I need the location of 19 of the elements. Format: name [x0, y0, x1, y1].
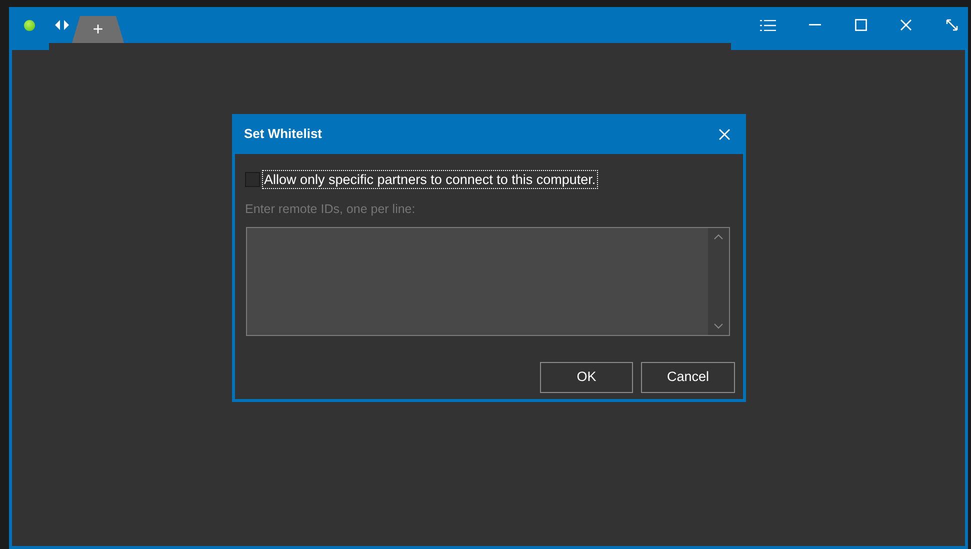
cancel-button[interactable]: Cancel	[641, 362, 735, 393]
new-tab-button[interactable]: +	[72, 16, 124, 43]
scroll-down-icon[interactable]	[714, 322, 723, 329]
checkbox-label[interactable]: Allow only specific partners to connect to this computer.	[263, 171, 597, 188]
close-icon[interactable]	[719, 128, 730, 140]
dialog-title: Set Whitelist	[244, 125, 322, 144]
ids-input-field[interactable]	[246, 226, 730, 336]
checkbox[interactable]	[245, 172, 260, 187]
scrollbar[interactable]	[708, 228, 729, 335]
field-label: Enter remote IDs, one per line:	[245, 201, 416, 218]
maximize-icon[interactable]	[855, 19, 867, 31]
ok-button[interactable]: OK	[540, 362, 633, 393]
tab-background	[72, 16, 124, 43]
swap-arrows-icon[interactable]	[55, 20, 69, 30]
menu-icon[interactable]	[760, 20, 776, 30]
minimize-icon[interactable]	[809, 24, 821, 26]
resize-arrows-icon[interactable]	[946, 19, 958, 31]
close-icon[interactable]	[900, 19, 912, 31]
scroll-up-icon[interactable]	[714, 234, 723, 240]
